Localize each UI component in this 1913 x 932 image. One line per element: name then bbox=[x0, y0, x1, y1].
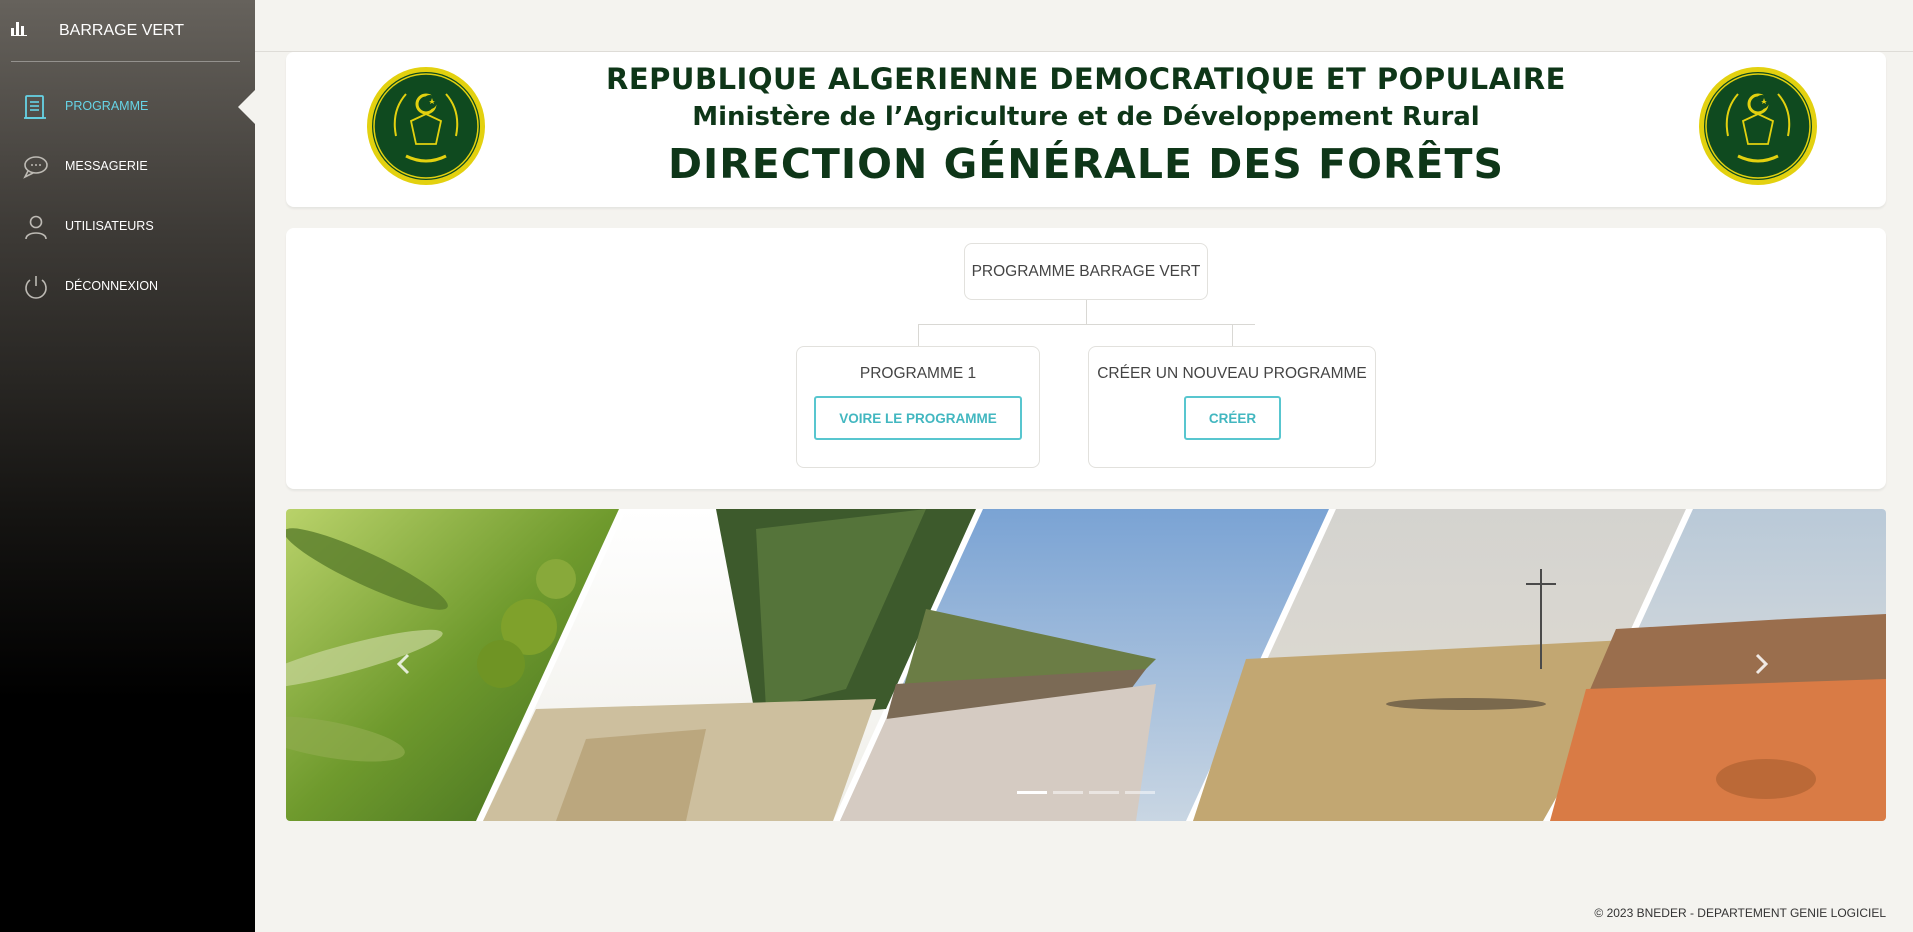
bar-chart-icon bbox=[11, 22, 27, 36]
brand-title: BARRAGE VERT bbox=[59, 22, 185, 39]
tree-root: PROGRAMME BARRAGE VERT bbox=[964, 243, 1208, 300]
sidebar-item-deconnexion[interactable]: DÉCONNEXION bbox=[0, 267, 255, 307]
sidebar-item-label: MESSAGERIE bbox=[65, 159, 148, 173]
header-direction: DIRECTION GÉNÉRALE DES FORÊTS bbox=[667, 140, 1505, 188]
carousel-indicator[interactable] bbox=[1125, 791, 1155, 794]
carousel-indicators bbox=[1017, 791, 1155, 794]
power-icon bbox=[25, 276, 47, 299]
carousel-image bbox=[286, 509, 1886, 821]
create-program-button[interactable]: CRÉER bbox=[1184, 396, 1281, 440]
top-bar bbox=[255, 0, 1913, 52]
footer-copyright: © 2023 BNEDER - DEPARTEMENT GENIE LOGICI… bbox=[1594, 906, 1886, 920]
carousel-indicator[interactable] bbox=[1089, 791, 1119, 794]
sidebar-item-label: UTILISATEURS bbox=[65, 219, 154, 233]
carousel-indicator[interactable] bbox=[1017, 791, 1047, 794]
active-indicator bbox=[238, 90, 255, 124]
tree-node-new-program: CRÉER UN NOUVEAU PROGRAMME CRÉER bbox=[1088, 346, 1376, 468]
sidebar: BARRAGE VERT PROGRAMME MESSAGERIE UTILIS… bbox=[0, 0, 255, 932]
node-title: PROGRAMME 1 bbox=[859, 365, 977, 382]
node-title: CRÉER UN NOUVEAU PROGRAMME bbox=[1097, 365, 1367, 382]
view-program-button[interactable]: VOIRE LE PROGRAMME bbox=[814, 396, 1022, 440]
sidebar-item-utilisateurs[interactable]: UTILISATEURS bbox=[0, 207, 255, 247]
image-carousel bbox=[286, 509, 1886, 821]
connector bbox=[918, 324, 919, 346]
program-tree: PROGRAMME BARRAGE VERT PROGRAMME 1 VOIRE… bbox=[286, 228, 1886, 489]
sidebar-item-messagerie[interactable]: MESSAGERIE bbox=[0, 147, 255, 187]
document-icon bbox=[24, 95, 46, 119]
connector bbox=[918, 324, 1255, 325]
brand[interactable]: BARRAGE VERT bbox=[0, 0, 255, 62]
header-ministry: Ministère de l’Agriculture et de Dévelop… bbox=[692, 102, 1480, 132]
header-republic: REPUBLIQUE ALGERIENNE DEMOCRATIQUE ET PO… bbox=[606, 62, 1566, 96]
connector bbox=[1232, 324, 1233, 346]
chat-icon bbox=[23, 156, 48, 179]
chevron-right-icon[interactable] bbox=[1746, 649, 1776, 679]
connector bbox=[1086, 300, 1087, 324]
sidebar-item-label: DÉCONNEXION bbox=[65, 279, 159, 293]
divider bbox=[11, 61, 240, 62]
chevron-left-icon[interactable] bbox=[389, 649, 419, 679]
sidebar-item-programme[interactable]: PROGRAMME bbox=[0, 87, 255, 127]
carousel-indicator[interactable] bbox=[1053, 791, 1083, 794]
user-icon bbox=[25, 215, 47, 240]
tree-node-programme-1: PROGRAMME 1 VOIRE LE PROGRAMME bbox=[796, 346, 1040, 468]
header-banner: REPUBLIQUE ALGERIENNE DEMOCRATIQUE ET PO… bbox=[286, 52, 1886, 207]
sidebar-item-label: PROGRAMME bbox=[65, 99, 149, 113]
